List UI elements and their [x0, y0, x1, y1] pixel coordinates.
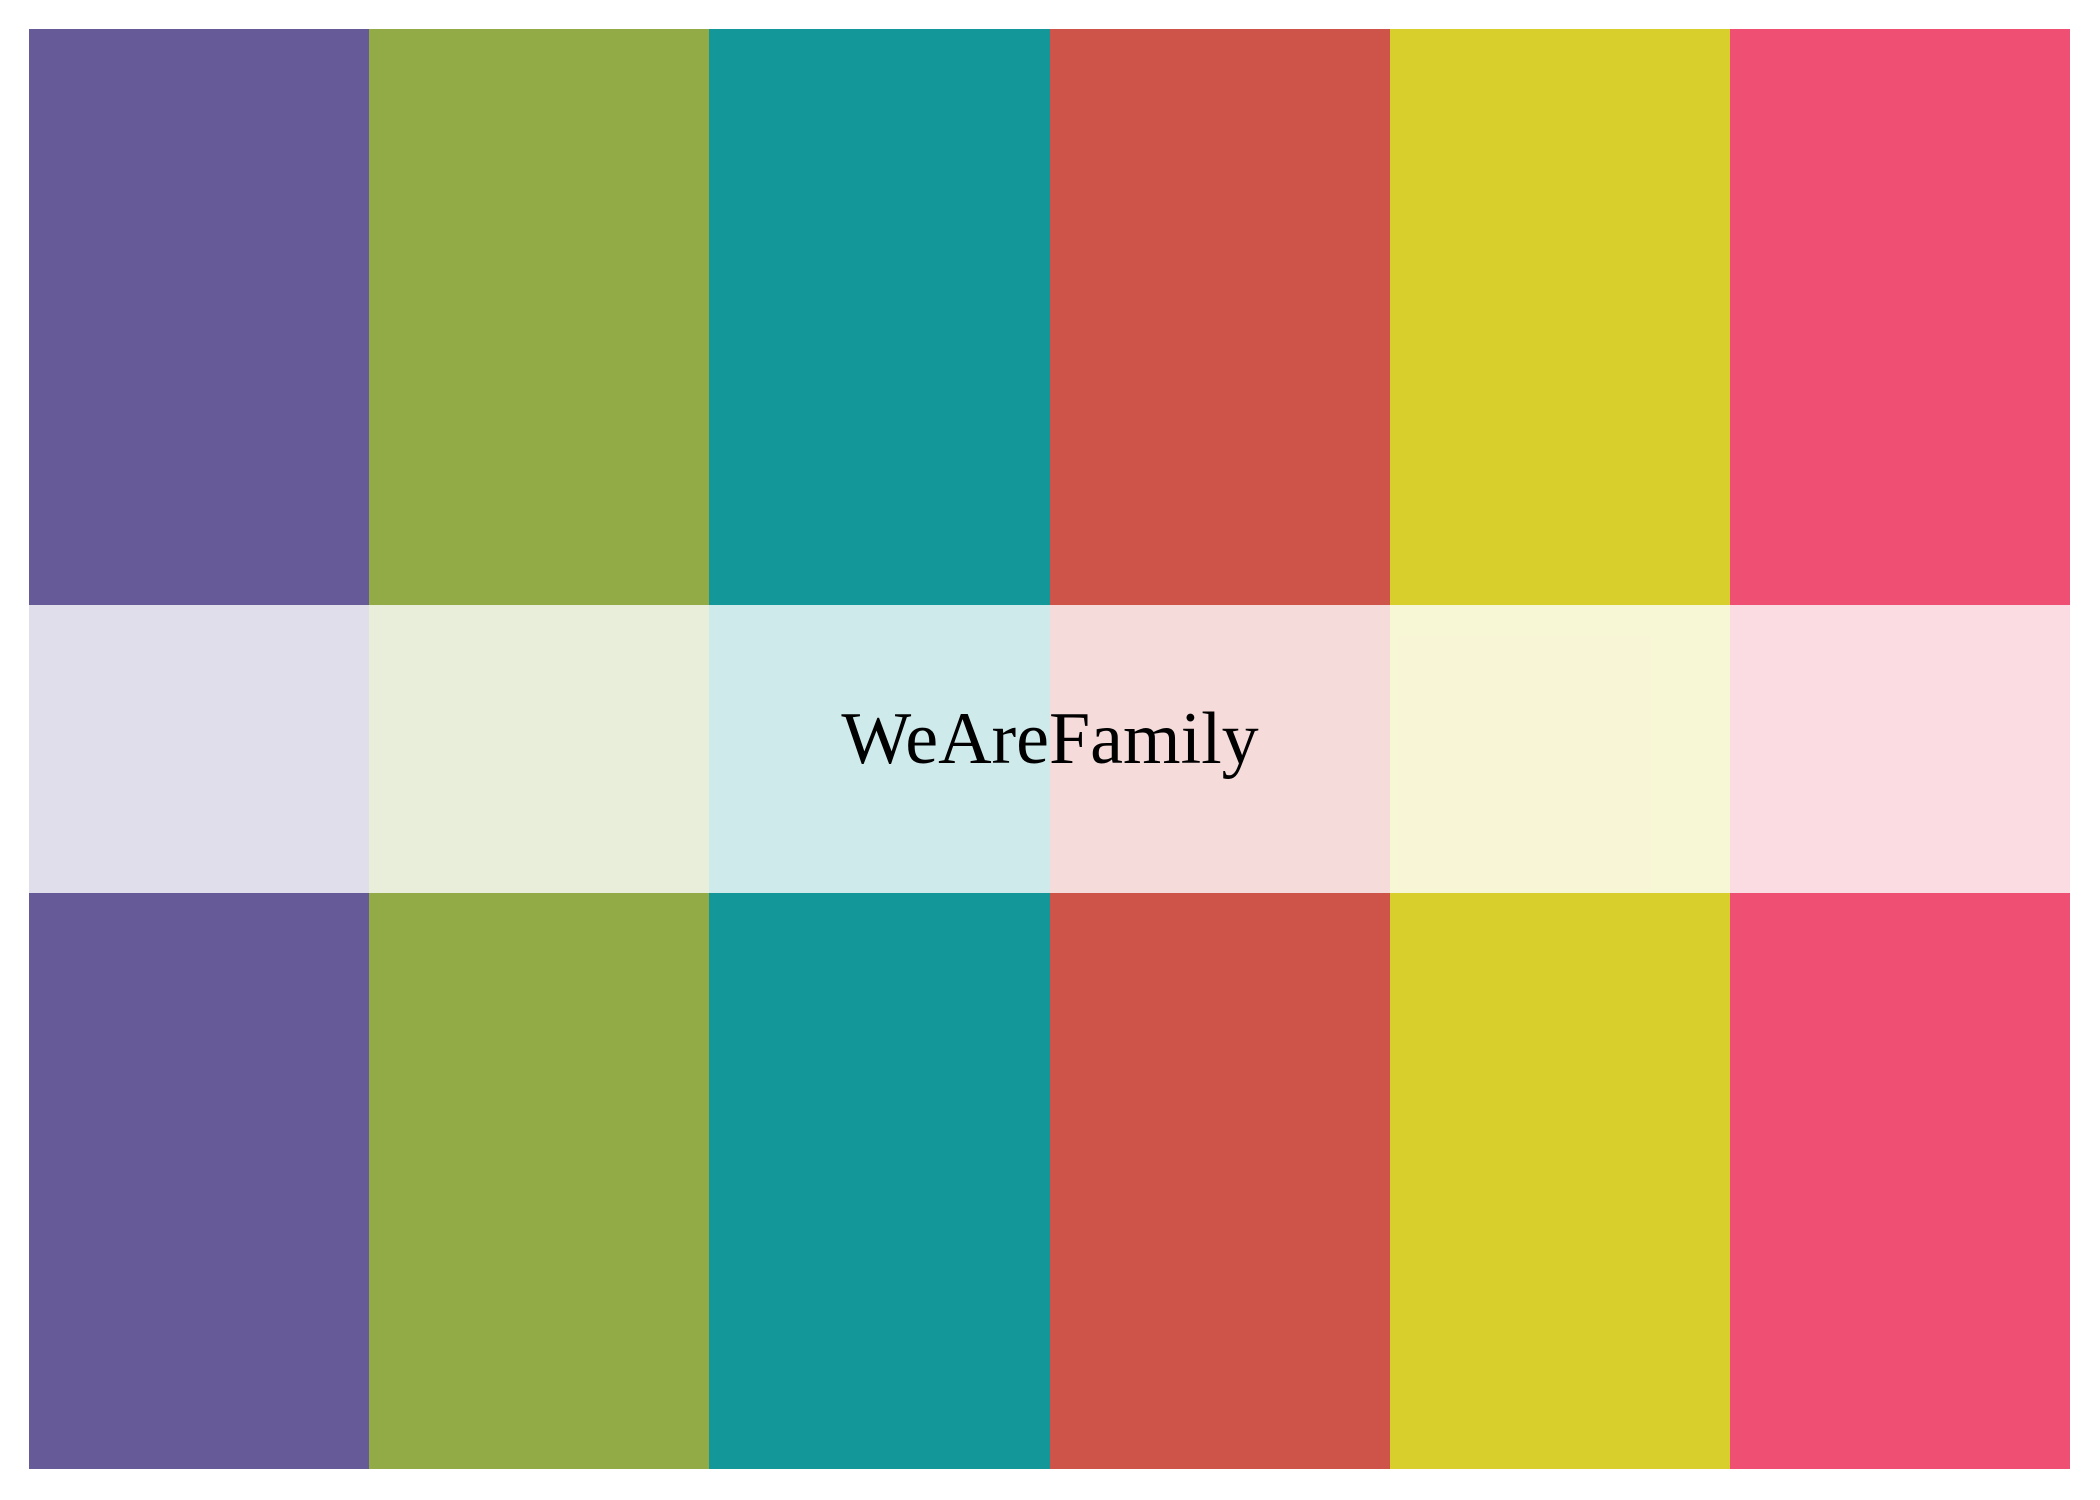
palette-name: WeAreFamily	[841, 698, 1259, 780]
